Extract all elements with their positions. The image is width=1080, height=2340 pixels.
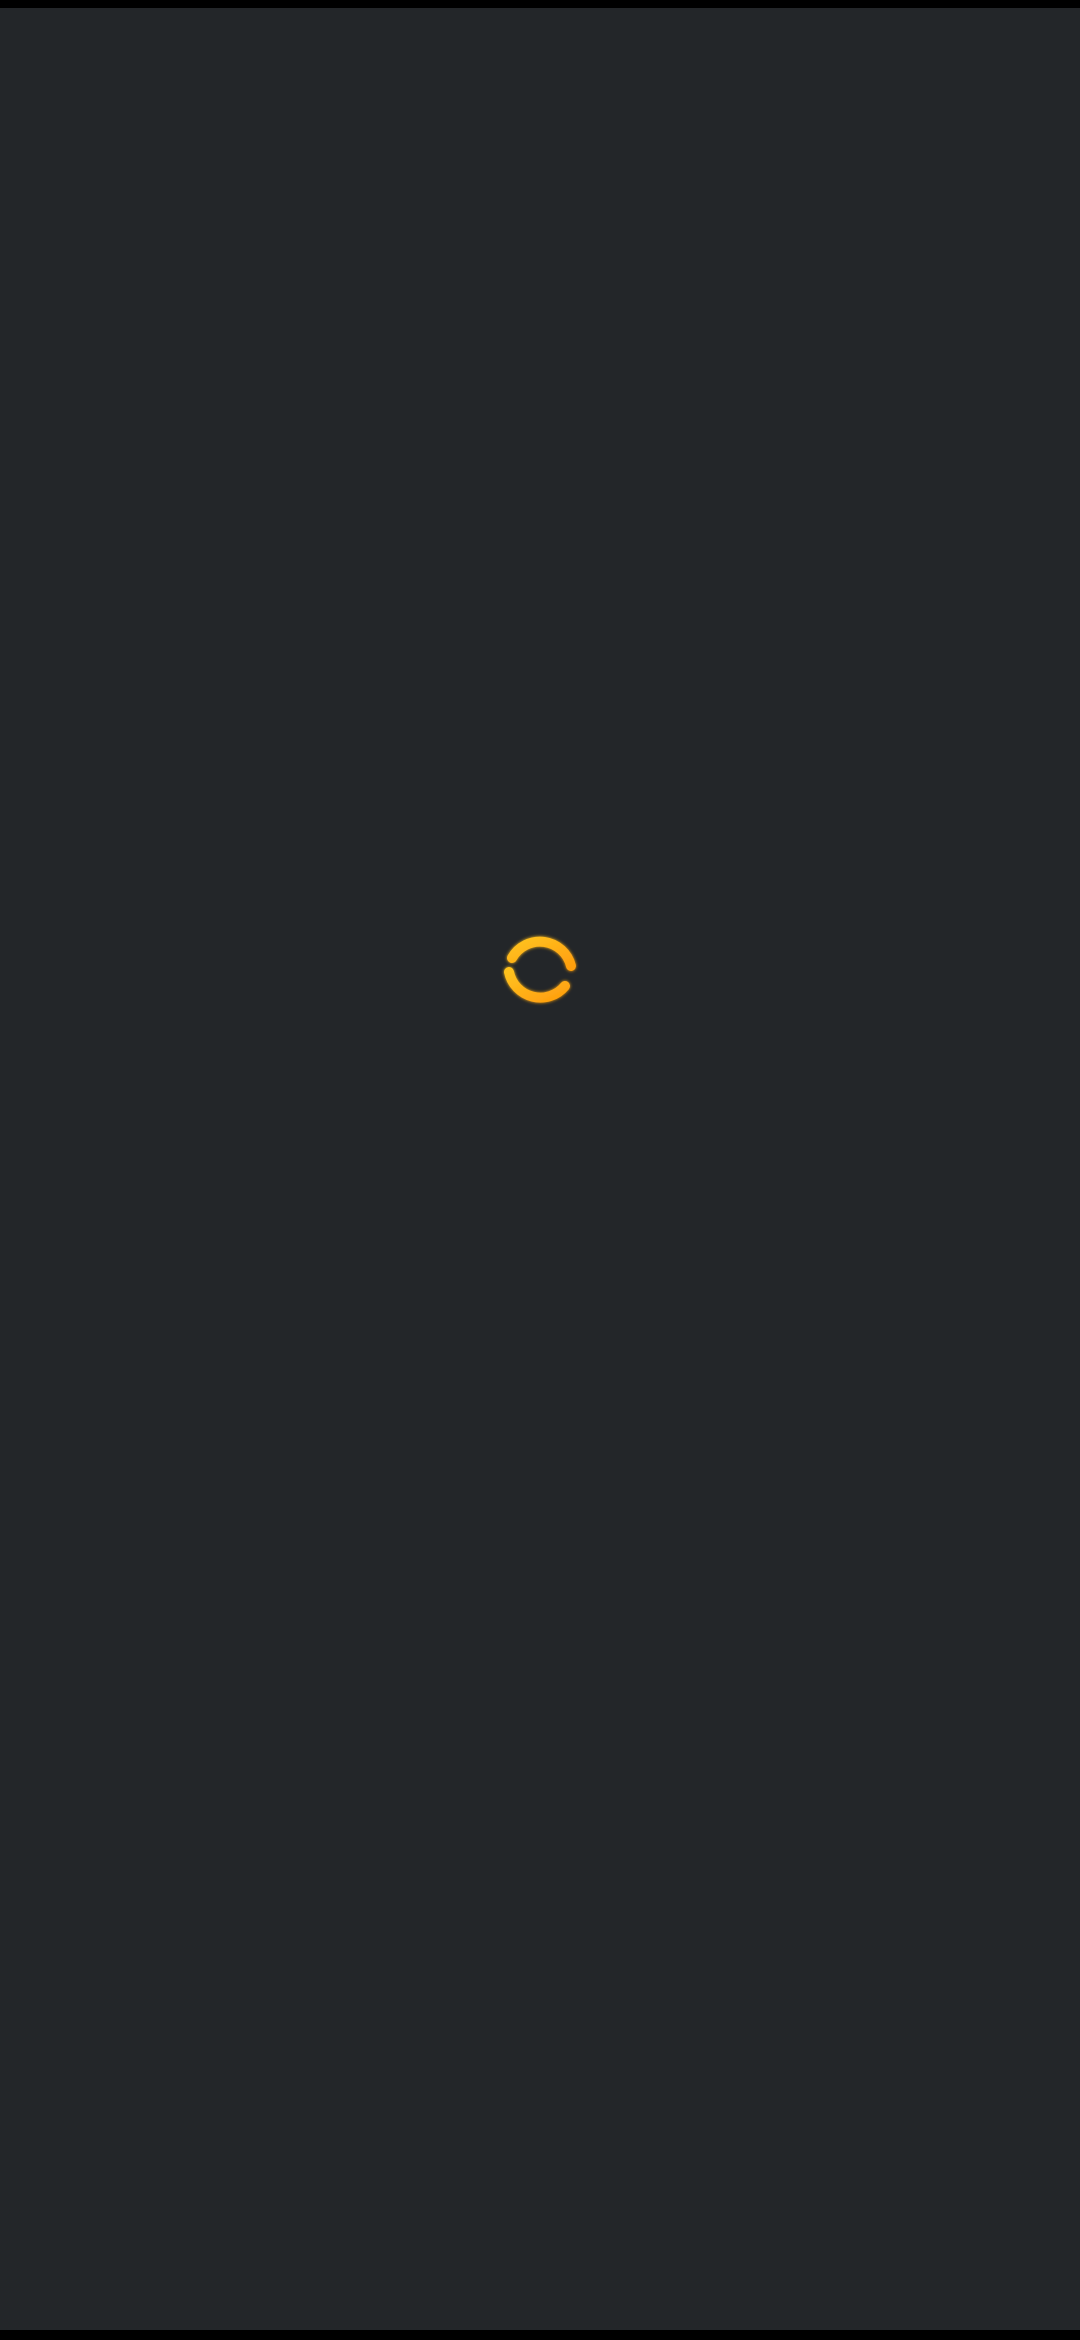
loading-spinner-icon-svg	[504, 936, 576, 1003]
device-screen: { "screen": { "state": "loading" }, "col…	[0, 0, 1080, 2340]
spinner-arc-bottom	[504, 967, 570, 1003]
loading-screen	[0, 8, 1080, 2330]
loading-spinner-icon	[497, 928, 583, 1014]
spinner-arc-top	[507, 936, 576, 971]
